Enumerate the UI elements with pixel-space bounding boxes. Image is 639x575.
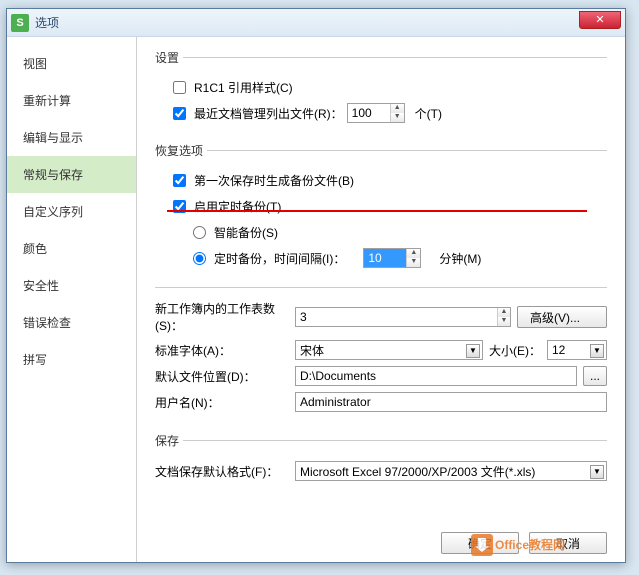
ok-button[interactable]: 确定: [441, 532, 519, 554]
settings-legend: 设置: [155, 49, 183, 66]
sidebar-item-edit[interactable]: 编辑与显示: [7, 119, 136, 156]
font-select[interactable]: 宋体 ▼: [295, 340, 483, 360]
sheets-label: 新工作簿内的工作表数(S)：: [155, 300, 295, 334]
timed-backup-label: 定时备份，时间间隔(I)：: [214, 250, 345, 267]
spin-down-icon[interactable]: ▼: [498, 317, 510, 326]
spin-down-icon[interactable]: ▼: [407, 258, 420, 267]
browse-button[interactable]: ...: [583, 366, 607, 386]
dialog-body: 视图 重新计算 编辑与显示 常规与保存 自定义序列 颜色 安全性 错误检查 拼写…: [7, 37, 625, 562]
sidebar-item-color[interactable]: 颜色: [7, 230, 136, 267]
general-group: 新工作簿内的工作表数(S)： ▲▼ 高级(V)... 标准字体(A)： 宋体: [155, 287, 607, 422]
timed-interval-spinner[interactable]: ▲▼: [363, 248, 421, 268]
titlebar: S 选项 ✕: [7, 9, 625, 37]
size-label: 大小(E)：: [489, 342, 541, 359]
sidebar-item-general-save[interactable]: 常规与保存: [7, 156, 136, 193]
recent-files-label: 最近文档管理列出文件(R)：: [194, 105, 343, 122]
sheets-spinner[interactable]: ▲▼: [295, 307, 511, 327]
user-label: 用户名(N)：: [155, 394, 295, 411]
timed-interval-unit: 分钟(M): [439, 250, 481, 267]
first-save-backup-label: 第一次保存时生成备份文件(B): [194, 172, 354, 189]
save-legend: 保存: [155, 432, 183, 449]
sidebar-item-recalc[interactable]: 重新计算: [7, 82, 136, 119]
format-label: 文档保存默认格式(F)：: [155, 463, 295, 480]
recent-files-spinner[interactable]: ▲▼: [347, 103, 405, 123]
dropdown-icon[interactable]: ▼: [466, 344, 480, 358]
dropdown-icon[interactable]: ▼: [590, 465, 604, 479]
app-icon: S: [11, 14, 29, 32]
cancel-button[interactable]: 取消: [529, 532, 607, 554]
recent-files-checkbox[interactable]: [173, 107, 186, 120]
format-value: Microsoft Excel 97/2000/XP/2003 文件(*.xls…: [300, 463, 535, 480]
recovery-legend: 恢复选项: [155, 142, 207, 159]
user-input[interactable]: [295, 392, 607, 412]
advanced-button[interactable]: 高级(V)...: [517, 306, 607, 328]
font-label: 标准字体(A)：: [155, 342, 295, 359]
spin-down-icon[interactable]: ▼: [391, 113, 404, 122]
highlight-underline: [167, 210, 587, 212]
settings-group: 设置 R1C1 引用样式(C) 最近文档管理列出文件(R)： ▲▼ 个(T): [155, 49, 607, 132]
window-title: 选项: [35, 14, 59, 31]
sidebar-item-view[interactable]: 视图: [7, 45, 136, 82]
sidebar-item-custom-list[interactable]: 自定义序列: [7, 193, 136, 230]
options-dialog: S 选项 ✕ 视图 重新计算 编辑与显示 常规与保存 自定义序列 颜色 安全性 …: [6, 8, 626, 563]
sidebar-item-security[interactable]: 安全性: [7, 267, 136, 304]
recent-files-unit: 个(T): [415, 105, 442, 122]
sidebar: 视图 重新计算 编辑与显示 常规与保存 自定义序列 颜色 安全性 错误检查 拼写: [7, 37, 137, 562]
spin-up-icon[interactable]: ▲: [407, 249, 420, 258]
size-select[interactable]: 12 ▼: [547, 340, 607, 360]
close-button[interactable]: ✕: [579, 11, 621, 29]
sidebar-item-spelling[interactable]: 拼写: [7, 341, 136, 378]
font-value: 宋体: [300, 342, 324, 359]
sheets-value[interactable]: [296, 308, 497, 326]
recovery-group: 恢复选项 第一次保存时生成备份文件(B) 启用定时备份(T) 智能备份(S) 定…: [155, 142, 607, 277]
r1c1-checkbox[interactable]: [173, 81, 186, 94]
smart-backup-label: 智能备份(S): [214, 224, 278, 241]
r1c1-label: R1C1 引用样式(C): [194, 79, 293, 96]
smart-backup-radio[interactable]: [193, 226, 206, 239]
spin-up-icon[interactable]: ▲: [498, 308, 510, 317]
timed-backup-radio[interactable]: [193, 252, 206, 265]
save-group: 保存 文档保存默认格式(F)： Microsoft Excel 97/2000/…: [155, 432, 607, 491]
first-save-backup-checkbox[interactable]: [173, 174, 186, 187]
spin-up-icon[interactable]: ▲: [391, 104, 404, 113]
format-select[interactable]: Microsoft Excel 97/2000/XP/2003 文件(*.xls…: [295, 461, 607, 481]
sidebar-item-error-check[interactable]: 错误检查: [7, 304, 136, 341]
timed-interval-value[interactable]: [364, 249, 406, 267]
path-input[interactable]: [295, 366, 577, 386]
path-label: 默认文件位置(D)：: [155, 368, 295, 385]
content-pane: 设置 R1C1 引用样式(C) 最近文档管理列出文件(R)： ▲▼ 个(T) 恢…: [137, 37, 625, 562]
size-value: 12: [552, 343, 565, 357]
recent-files-value[interactable]: [348, 104, 390, 122]
dialog-footer: 确定 取消: [441, 532, 607, 554]
dropdown-icon[interactable]: ▼: [590, 344, 604, 358]
